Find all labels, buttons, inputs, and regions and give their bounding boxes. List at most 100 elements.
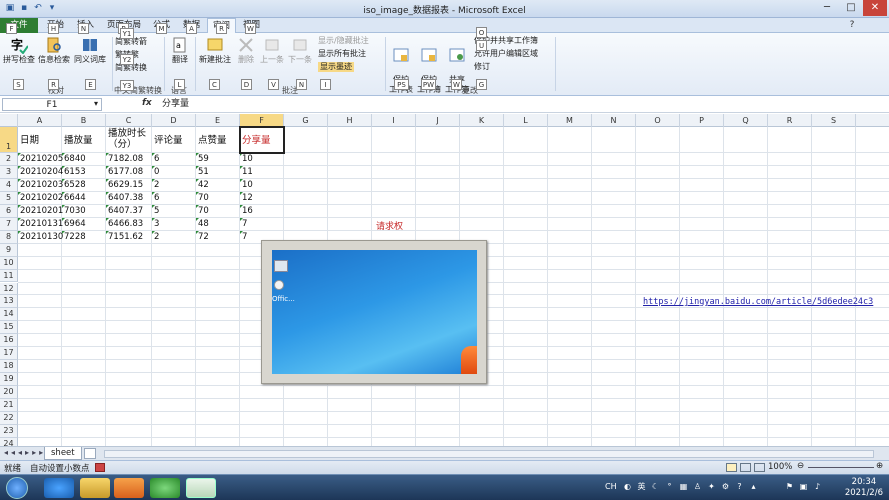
data-cell[interactable]: 6466.83 xyxy=(108,218,143,230)
row-header-3[interactable]: 3 xyxy=(0,165,18,179)
data-cell[interactable]: 20210204 xyxy=(20,166,63,178)
row-header-20[interactable]: 20 xyxy=(0,386,18,400)
data-cell[interactable]: 6629.15 xyxy=(108,179,143,191)
column-header-o[interactable]: O xyxy=(636,114,680,127)
help-tray-icon[interactable]: ? xyxy=(734,481,745,492)
data-cell[interactable]: 6407.38 xyxy=(108,192,143,204)
data-cell[interactable]: 7182.08 xyxy=(108,153,143,165)
data-cell[interactable]: 6153 xyxy=(64,166,86,178)
data-cell[interactable]: 70 xyxy=(198,192,209,204)
data-cell[interactable]: 20210202 xyxy=(20,192,63,204)
row-header-19[interactable]: 19 xyxy=(0,373,18,387)
ime-icon[interactable]: ◐ xyxy=(622,481,633,492)
column-header-k[interactable]: K xyxy=(460,114,504,127)
data-cell[interactable]: 6177.08 xyxy=(108,166,143,178)
row-header-1[interactable]: 1 xyxy=(0,127,18,153)
row-header-14[interactable]: 14 xyxy=(0,308,18,322)
column-header-r[interactable]: R xyxy=(768,114,812,127)
header-cell[interactable]: 点赞量 xyxy=(198,135,239,146)
tools-icon[interactable]: ✦ xyxy=(706,481,717,492)
row-header-16[interactable]: 16 xyxy=(0,334,18,348)
header-cell[interactable]: 评论量 xyxy=(154,135,195,146)
next-comment-button[interactable]: 下一条 xyxy=(287,36,313,65)
desktop-preview-window[interactable]: Offic... xyxy=(261,240,487,384)
prev-comment-button[interactable]: 上一条 xyxy=(259,36,285,65)
zoom-slider[interactable] xyxy=(808,467,874,468)
data-cell[interactable]: 6528 xyxy=(64,179,86,191)
data-cell[interactable]: 20210203 xyxy=(20,179,63,191)
column-header-b[interactable]: B xyxy=(62,114,106,127)
column-header-i[interactable]: I xyxy=(372,114,416,127)
row-header-9[interactable]: 9 xyxy=(0,243,18,257)
column-header-n[interactable]: N xyxy=(592,114,636,127)
column-header-d[interactable]: D xyxy=(152,114,196,127)
moon-icon[interactable]: ☾ xyxy=(650,481,661,492)
data-cell[interactable]: 16 xyxy=(242,205,253,217)
row-header-23[interactable]: 23 xyxy=(0,424,18,438)
page-layout-view-icon[interactable] xyxy=(740,463,751,472)
data-cell[interactable]: 7030 xyxy=(64,205,86,217)
tray-expand-icon[interactable]: ▴ xyxy=(748,481,759,492)
horizontal-scrollbar[interactable] xyxy=(104,450,874,458)
normal-view-icon[interactable] xyxy=(726,463,737,472)
data-cell[interactable]: 7228 xyxy=(64,231,86,243)
header-cell[interactable]: 播放量 xyxy=(64,135,105,146)
row-header-10[interactable]: 10 xyxy=(0,256,18,270)
row-header-6[interactable]: 6 xyxy=(0,204,18,218)
volume-icon[interactable]: ♪ xyxy=(812,481,823,492)
row-header-8[interactable]: 8 xyxy=(0,230,18,244)
macro-record-icon[interactable] xyxy=(95,463,105,472)
data-cell[interactable]: 51 xyxy=(198,166,209,178)
name-box[interactable]: F1 xyxy=(2,98,102,111)
column-header-e[interactable]: E xyxy=(196,114,240,127)
spell-check-button[interactable]: 字 拼写检查 xyxy=(2,36,36,65)
show-ink-button[interactable]: 显示墨迹 xyxy=(318,62,354,72)
header-cell[interactable]: 日期 xyxy=(20,135,61,146)
sheet-nav-arrows-icon[interactable]: ◂◂◂▸▸▸ xyxy=(4,448,46,457)
row-header-7[interactable]: 7 xyxy=(0,217,18,231)
settings-icon[interactable]: ⚙ xyxy=(720,481,731,492)
row-header-13[interactable]: 13 xyxy=(0,295,18,309)
name-box-dropdown-icon[interactable]: ▾ xyxy=(94,99,98,108)
keyboard-icon[interactable]: ▦ xyxy=(678,481,689,492)
column-header-l[interactable]: L xyxy=(504,114,548,127)
ie-icon[interactable] xyxy=(44,478,74,498)
close-icon[interactable]: ✕ xyxy=(863,0,887,16)
row-header-11[interactable]: 11 xyxy=(0,269,18,283)
data-cell[interactable]: 72 xyxy=(198,231,209,243)
new-sheet-icon[interactable] xyxy=(84,448,96,459)
row-header-4[interactable]: 4 xyxy=(0,178,18,192)
column-header-m[interactable]: M xyxy=(548,114,592,127)
row-header-24[interactable]: 24 xyxy=(0,437,18,446)
column-header-s[interactable]: S xyxy=(812,114,856,127)
data-cell[interactable]: 48 xyxy=(198,218,209,230)
data-cell[interactable]: 20210131 xyxy=(20,218,63,230)
column-header-p[interactable]: P xyxy=(680,114,724,127)
show-hide-comment-button[interactable]: 显示/隐藏批注 xyxy=(318,36,369,46)
punct-icon[interactable]: ° xyxy=(664,481,675,492)
clock[interactable]: 20:34 2021/2/6 xyxy=(845,477,883,499)
data-cell[interactable]: 70 xyxy=(198,205,209,217)
show-all-comments-button[interactable]: 显示所有批注 xyxy=(318,49,366,59)
data-cell[interactable]: 20210201 xyxy=(20,205,63,217)
row-header-5[interactable]: 5 xyxy=(0,191,18,205)
start-button-icon[interactable] xyxy=(6,477,28,499)
zoom-level[interactable]: 100% xyxy=(768,462,792,472)
data-cell[interactable]: 6407.37 xyxy=(108,205,143,217)
row-header-18[interactable]: 18 xyxy=(0,360,18,374)
browser-icon[interactable] xyxy=(150,478,180,498)
column-header-c[interactable]: C xyxy=(106,114,152,127)
data-cell[interactable]: 10 xyxy=(242,153,253,165)
insert-function-button[interactable]: fx xyxy=(142,98,152,108)
column-header-h[interactable]: H xyxy=(328,114,372,127)
column-header-q[interactable]: Q xyxy=(724,114,768,127)
row-header-17[interactable]: 17 xyxy=(0,347,18,361)
data-cell[interactable]: 6840 xyxy=(64,153,86,165)
research-button[interactable]: 信息检索 xyxy=(37,36,71,65)
flag-icon[interactable]: ⚑ xyxy=(784,481,795,492)
formula-input[interactable]: 分享量 xyxy=(162,98,189,111)
user-icon[interactable]: ♙ xyxy=(692,481,703,492)
page-break-view-icon[interactable] xyxy=(754,463,765,472)
data-cell[interactable]: 6644 xyxy=(64,192,86,204)
new-comment-button[interactable]: 新建批注 xyxy=(197,36,233,65)
